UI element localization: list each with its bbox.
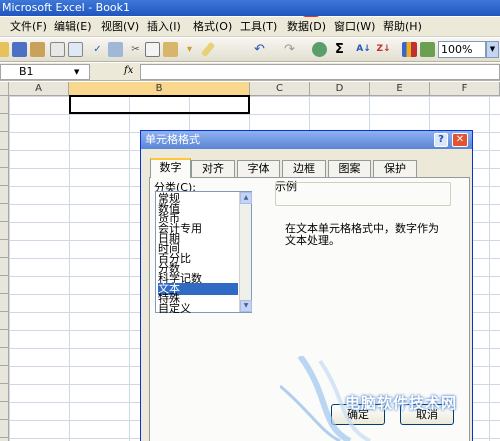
name-box-dropdown-icon[interactable]: ▼ [74,65,79,79]
menu-window[interactable]: 窗口(W) [334,20,375,34]
print-icon[interactable] [50,42,65,57]
window-title-bar: Microsoft Excel - Book1 [0,0,500,16]
hyperlink-icon[interactable] [312,42,327,57]
watermark-text: 电脑软件技术网 [345,394,458,412]
spelling-icon[interactable]: ✓ [90,42,105,57]
standard-toolbar: ✓ ✂ ▾ ↶ ↷ Σ A↓ Z↓ 100% ▼ [0,38,500,62]
formula-input[interactable] [140,64,500,80]
chart-wizard-icon[interactable] [402,42,417,57]
research-icon[interactable] [108,42,123,57]
row-header[interactable] [0,258,9,276]
open-icon[interactable] [0,42,9,57]
row-header[interactable] [0,348,9,366]
scroll-up-icon[interactable]: ▲ [240,192,252,204]
scroll-down-icon[interactable]: ▼ [240,300,252,312]
menu-edit[interactable]: 编辑(E) [54,20,92,34]
window-title: Microsoft Excel - Book1 [2,1,131,14]
column-headers: A B C D E F [0,82,500,96]
save-icon[interactable] [12,42,27,57]
tab-font[interactable]: 字体 [237,160,280,177]
close-icon[interactable]: ✕ [452,133,468,147]
tab-alignment[interactable]: 对齐 [191,160,235,177]
dialog-title-bar[interactable]: 单元格格式 [141,131,472,149]
row-header[interactable] [0,366,9,384]
zoom-select[interactable]: 100% [438,41,486,58]
select-all-corner[interactable] [0,82,9,96]
menu-help[interactable]: 帮助(H) [383,20,422,34]
tab-protection[interactable]: 保护 [373,160,417,177]
row-header[interactable] [0,420,9,438]
category-scrollbar[interactable]: ▲ ▼ [239,192,252,312]
row-header[interactable] [0,240,9,258]
category-list[interactable]: 常规 数值 货币 会计专用 日期 时间 百分比 分数 科学记数 文本 特殊 自定… [155,191,252,313]
column-header-b[interactable]: B [69,82,250,96]
dialog-title: 单元格格式 [145,133,200,146]
column-header-f[interactable]: F [430,82,500,96]
menu-file[interactable]: 文件(F) [10,20,47,34]
row-header[interactable] [0,330,9,348]
column-header-e[interactable]: E [370,82,430,96]
selected-cell-b1[interactable] [69,95,250,114]
row-header[interactable] [0,312,9,330]
sort-descending-icon[interactable]: Z↓ [376,42,391,57]
formula-bar: B1 ▼ fx [0,63,500,81]
zoom-dropdown-arrow-icon[interactable]: ▼ [486,41,499,58]
permission-icon[interactable] [30,42,45,57]
print-preview-icon[interactable] [68,42,83,57]
column-header-c[interactable]: C [250,82,310,96]
sort-ascending-icon[interactable]: A↓ [356,42,371,57]
row-header[interactable] [0,114,9,132]
brush-icon[interactable] [200,41,216,58]
format-painter-icon[interactable]: ▾ [182,42,197,57]
insert-function-icon[interactable]: fx [124,65,133,76]
row-header[interactable] [0,222,9,240]
drawing-icon[interactable] [420,42,435,57]
column-header-a[interactable]: A [9,82,69,96]
row-header[interactable] [0,384,9,402]
undo-icon[interactable]: ↶ [252,42,267,57]
format-description: 在文本单元格格式中，数字作为文本处理。 [285,222,439,247]
row-header[interactable] [0,402,9,420]
row-header[interactable] [0,204,9,222]
redo-icon[interactable]: ↷ [282,42,297,57]
row-header[interactable] [0,96,9,114]
row-header[interactable] [0,168,9,186]
row-header[interactable] [0,276,9,294]
row-header[interactable] [0,294,9,312]
menu-view[interactable]: 视图(V) [101,20,139,34]
menu-data[interactable]: 数据(D) [287,20,326,34]
tab-number[interactable]: 数字 [150,158,191,178]
autosum-icon[interactable]: Σ [332,42,347,57]
help-icon[interactable]: ? [434,133,448,147]
row-header[interactable] [0,186,9,204]
menu-format[interactable]: 格式(O) [193,20,232,34]
tab-patterns[interactable]: 图案 [328,160,371,177]
menu-bar: 文件(F) 编辑(E) 视图(V) 插入(I) 格式(O) 工具(T) 数据(D… [0,17,500,37]
menu-tools[interactable]: 工具(T) [240,20,277,34]
paste-icon[interactable] [163,42,178,57]
tab-border[interactable]: 边框 [282,160,326,177]
column-header-d[interactable]: D [310,82,370,96]
category-item-custom[interactable]: 自定义 [158,303,238,313]
row-header[interactable] [0,150,9,168]
sample-preview-box [275,182,451,206]
row-header[interactable] [0,132,9,150]
row-headers[interactable] [0,96,9,441]
cut-icon[interactable]: ✂ [128,42,143,57]
menu-insert[interactable]: 插入(I) [147,20,181,34]
copy-icon[interactable] [145,42,160,57]
